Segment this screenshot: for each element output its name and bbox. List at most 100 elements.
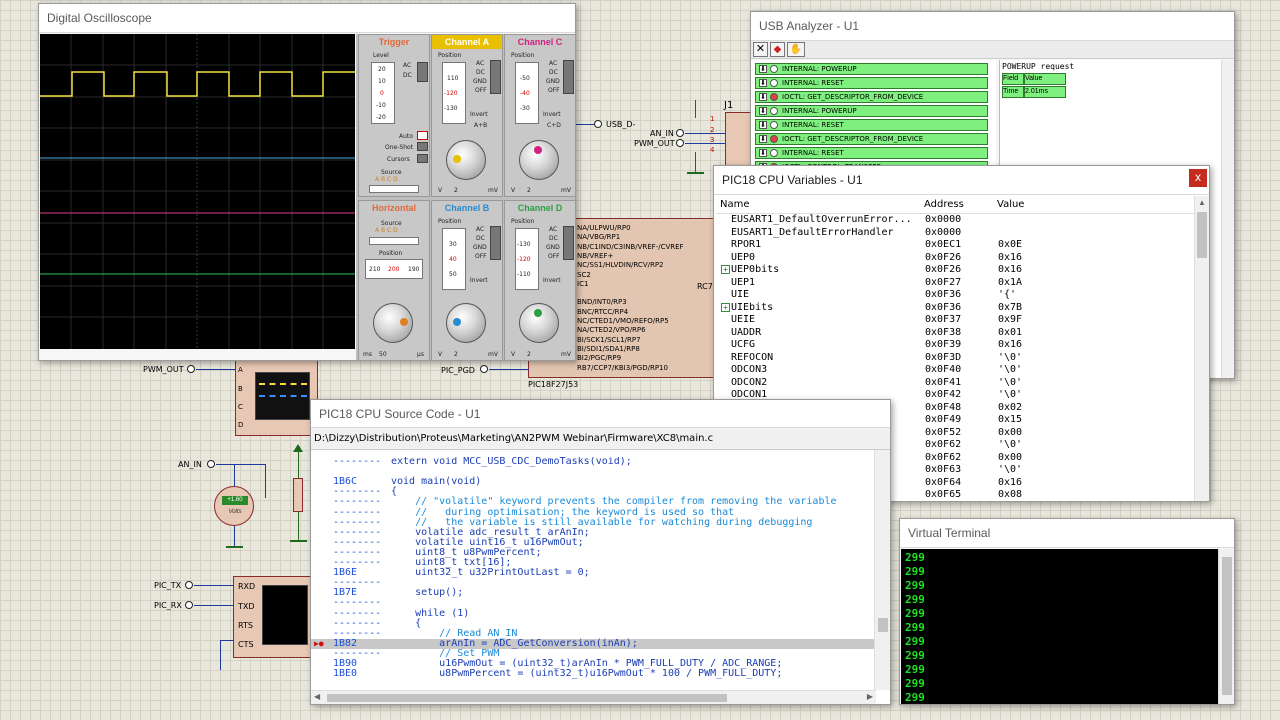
variable-value: 0x15 (998, 414, 1023, 425)
variable-row[interactable]: UADDR 0x0F38 0x01 (718, 327, 1193, 340)
channel-a-position-slider[interactable]: 110 -120 -130 (442, 62, 466, 124)
horiz-source-slider[interactable] (369, 237, 419, 245)
arrow-down-icon[interactable]: ⬇ (759, 121, 767, 129)
variable-row[interactable]: ODCON2 0x0F41 '\0' (718, 377, 1193, 390)
oneshot-button[interactable] (417, 142, 428, 151)
variable-row[interactable]: UIE 0x0F36 '{' (718, 289, 1193, 302)
channel-c-position-slider[interactable]: -50 -40 -30 (515, 62, 539, 124)
channel-a-scale-knob[interactable] (446, 140, 486, 180)
hand-icon[interactable]: ✋ (787, 42, 805, 57)
coupling-gnd: GND (546, 244, 560, 251)
source-code-lines[interactable]: -------- extern void MCC_USB_CDC_DemoTask… (311, 457, 876, 687)
usb-event-row[interactable]: ⬇ INTERNAL: RESET (755, 119, 988, 131)
voltmeter[interactable]: +1.60 Volts (214, 486, 254, 526)
source-code-window[interactable]: PIC18 CPU Source Code - U1 D:\Dizzy\Dist… (310, 399, 891, 705)
variable-row[interactable]: + UIEbits 0x0F36 0x7B (718, 302, 1193, 315)
usb-event-row[interactable]: ⬇ INTERNAL: RESET (755, 147, 988, 159)
expand-plus-icon[interactable]: + (721, 265, 730, 274)
variable-row[interactable]: REFOCON 0x0F3D '\0' (718, 352, 1193, 365)
source-vscrollbar[interactable] (874, 450, 890, 690)
variable-value: 0x7B (998, 301, 1023, 313)
column-value[interactable]: Value (997, 199, 1024, 210)
scroll-right-icon[interactable]: ▶ (867, 692, 873, 701)
terminal-screen[interactable]: 299 299 299 299 299 299 299 299 299 299 299 (901, 549, 1218, 704)
close-button[interactable]: x (1189, 169, 1207, 187)
scroll-up-icon[interactable]: ▲ (1198, 198, 1206, 207)
source-hscroll-thumb[interactable] (327, 694, 727, 702)
variable-row[interactable]: UEP0 0x0F26 0x16 (718, 252, 1193, 265)
channel-b-position-slider[interactable]: 30 40 50 (442, 228, 466, 290)
horizontal-position-slider[interactable]: 210 200 190 (365, 259, 423, 279)
terminal-pic-tx (185, 581, 193, 589)
clear-icon[interactable]: ✕ (753, 42, 768, 57)
schematic-canvas[interactable]: USB_D- AN_IN PWM_OUT J1 1 2 3 4 NA/ULPWU… (0, 0, 1280, 720)
usb-scrollbar[interactable] (1221, 60, 1234, 378)
unit-mv: mV (561, 351, 571, 358)
channel-b-scale-knob[interactable] (446, 303, 486, 343)
variable-row[interactable]: RPOR1 0x0EC1 0x0E (718, 239, 1193, 252)
arrow-down-icon[interactable]: ⬇ (759, 135, 767, 143)
potentiometer[interactable] (293, 478, 303, 512)
source-hscrollbar[interactable]: ◀ ▶ (311, 690, 876, 704)
auto-button[interactable] (417, 131, 428, 140)
variable-address: 0x0000 (925, 226, 962, 238)
cpu-variables-titlebar[interactable]: PIC18 CPU Variables - U1 x (714, 166, 1209, 195)
variable-row[interactable]: UEP1 0x0F27 0x1A (718, 277, 1193, 290)
terminal-scroll-thumb[interactable] (1222, 557, 1232, 695)
terminal-scrollbar[interactable] (1218, 549, 1234, 704)
source-line[interactable]: -------- extern void MCC_USB_CDC_DemoTask… (311, 457, 874, 467)
virtual-terminal-titlebar[interactable]: Virtual Terminal (900, 519, 1234, 548)
source-code-titlebar[interactable]: PIC18 CPU Source Code - U1 (311, 400, 890, 428)
variable-row[interactable]: EUSART1_DefaultOverrunError... 0x0000 (718, 214, 1193, 227)
source-line[interactable]: -------- // "volatile" keyword prevents … (311, 497, 874, 507)
usb-event-row[interactable]: ⬇ IOCTL: GET_DESCRIPTOR_FROM_DEVICE (755, 91, 988, 103)
column-address[interactable]: Address (924, 199, 964, 210)
channel-c-scale-knob[interactable] (519, 140, 559, 180)
trigger-level-slider[interactable]: 20 10 0 -10 -20 (371, 62, 395, 124)
variable-row[interactable]: ODCON3 0x0F40 '\0' (718, 364, 1193, 377)
source-line[interactable]: 1B7E setup(); (311, 588, 874, 598)
usb-event-row[interactable]: ⬇ IOCTL: GET_DESCRIPTOR_FROM_DEVICE (755, 133, 988, 145)
variable-value: 0x00 (998, 451, 1023, 463)
arrow-down-icon[interactable]: ⬇ (759, 79, 767, 87)
expand-plus-icon[interactable]: + (721, 302, 730, 312)
oscilloscope-window[interactable]: Digital Oscilloscope Trigger Level 20 10… (38, 3, 576, 361)
column-name[interactable]: Name (720, 199, 750, 210)
oscilloscope-titlebar[interactable]: Digital Oscilloscope (39, 4, 575, 33)
channel-d-position-slider[interactable]: -130 -120 -110 (515, 228, 539, 290)
channel-a-coupling-switch[interactable] (490, 60, 501, 94)
variable-row[interactable]: UEIE 0x0F37 0x9F (718, 314, 1193, 327)
variables-scrollbar[interactable]: ▲ (1194, 196, 1209, 501)
channel-d-coupling-switch[interactable] (563, 226, 574, 260)
trigger-coupling-switch[interactable] (417, 62, 428, 82)
usb-analyzer-titlebar[interactable]: USB Analyzer - U1 (751, 12, 1234, 41)
arrow-down-icon[interactable]: ⬇ (759, 93, 767, 101)
variable-row[interactable]: + UEP0bits 0x0F26 0x16 (718, 264, 1193, 277)
variable-row[interactable]: UCFG 0x0F39 0x16 (718, 339, 1193, 352)
arrow-down-icon[interactable]: ⬇ (759, 107, 767, 115)
timebase-knob[interactable] (373, 303, 413, 343)
source-line[interactable]: 1B6E uint32_t u32PrintOutLast = 0; (311, 568, 874, 578)
variable-row[interactable]: EUSART1_DefaultErrorHandler 0x0000 (718, 227, 1193, 240)
channel-c-coupling-switch[interactable] (563, 60, 574, 94)
stop-icon[interactable]: ◆ (770, 42, 785, 57)
source-line[interactable]: 1BE0 u8PwmPercent = (uint32_t)u16PwmOut … (311, 669, 874, 679)
source-scroll-thumb[interactable] (878, 618, 888, 632)
wire (220, 640, 234, 641)
source-line[interactable]: -------- (311, 598, 874, 608)
source-address: -------- (333, 496, 382, 508)
virtual-terminal-window[interactable]: Virtual Terminal 299 299 299 299 299 299 299 29… (899, 518, 1235, 705)
usb-event-row[interactable]: ⬇ INTERNAL: RESET (755, 77, 988, 89)
arrow-down-icon[interactable]: ⬇ (759, 65, 767, 73)
scrollbar-thumb[interactable] (1197, 212, 1207, 258)
usb-event-row[interactable]: ⬇ INTERNAL: POWERUP (755, 63, 988, 75)
usb-event-label: IOCTL: GET_DESCRIPTOR_FROM_DEVICE (782, 135, 924, 143)
trigger-source-slider[interactable] (369, 185, 419, 193)
arrow-down-icon[interactable]: ⬇ (759, 149, 767, 157)
cursors-button[interactable] (417, 154, 428, 163)
breakpoint-icon[interactable]: ▶● (314, 639, 324, 649)
channel-d-scale-knob[interactable] (519, 303, 559, 343)
channel-b-coupling-switch[interactable] (490, 226, 501, 260)
scroll-left-icon[interactable]: ◀ (314, 692, 320, 701)
usb-event-row[interactable]: ⬇ INTERNAL: POWERUP (755, 105, 988, 117)
